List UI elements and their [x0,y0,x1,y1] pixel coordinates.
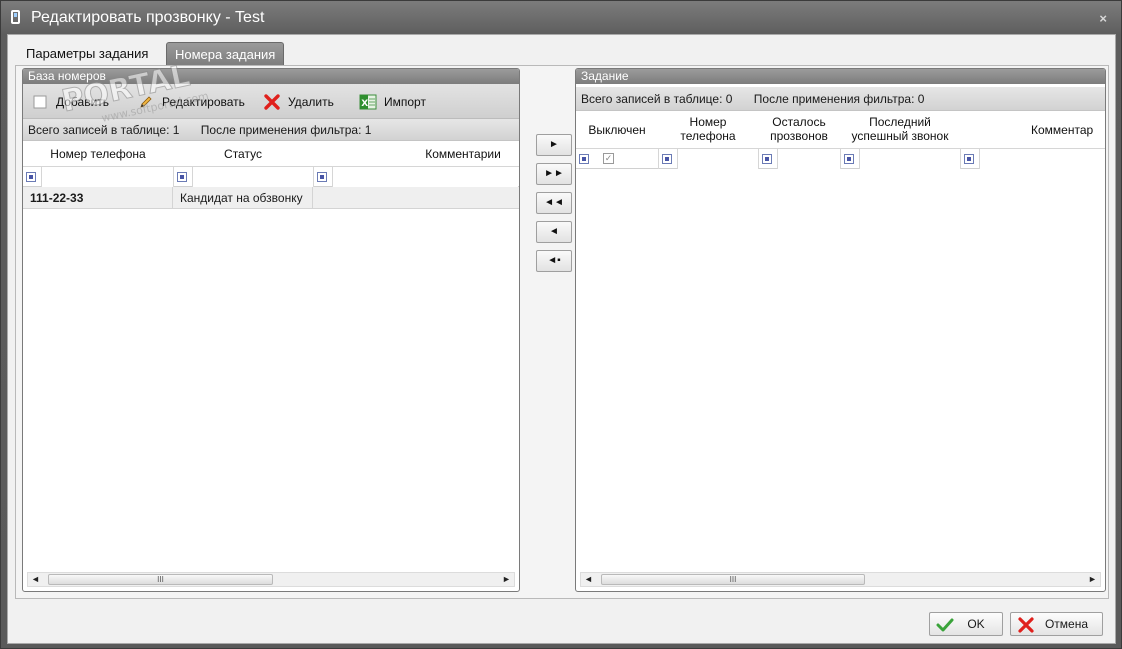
filter-input-comments[interactable] [332,167,518,187]
filter-cell-task-phone [658,149,758,169]
delete-x-icon [263,93,281,111]
import-button[interactable]: X Импорт [359,92,426,112]
excel-icon: X [359,93,377,111]
column-header-task-comments-label: Комментар [1031,123,1094,137]
scroll-right-icon[interactable]: ► [499,573,514,586]
edit-label: Редактировать [162,95,245,109]
task-filtered-records: После применения фильтра: 0 [753,92,925,106]
filter-cell-comments [313,167,518,187]
filter-icon[interactable] [26,172,36,182]
move-one-left-button[interactable]: ◄ [536,221,572,243]
numbers-base-title: База номеров [23,69,519,84]
numbers-base-panel: База номеров Добавить Редактировать Удал… [22,68,520,592]
table-row[interactable]: 111-22-33 Кандидат на обзвонку [23,187,519,209]
filter-icon[interactable] [317,172,327,182]
add-icon [31,93,49,111]
delete-button[interactable]: Удалить [263,92,334,112]
svg-text:X: X [361,99,368,109]
filtered-records: После применения фильтра: 1 [200,123,372,137]
column-header-last-success[interactable]: Последний успешный звонок [840,115,960,143]
filter-icon[interactable] [762,154,772,164]
edit-button[interactable]: Редактировать [137,92,245,112]
delete-label: Удалить [288,95,334,109]
filter-cell-remaining [758,149,840,169]
tab-task-numbers[interactable]: Номера задания [166,42,285,66]
dialog-body: Параметры задания Номера задания База но… [7,34,1116,644]
horizontal-scrollbar[interactable]: ◄ III ► [27,572,515,587]
task-panel: Задание Всего записей в таблице: 0 После… [575,68,1106,592]
column-header-disabled-label: Выключен [588,123,646,137]
cell-comment [313,187,518,209]
tab-task-parameters[interactable]: Параметры задания [18,42,156,66]
scroll-thumb[interactable]: III [48,574,273,585]
numbers-base-toolbar: Добавить Редактировать Удалить X Импорт [23,84,519,119]
filter-cell-disabled: ✓ [576,149,658,169]
filter-input-task-comments[interactable] [979,149,1105,169]
task-filter-row: ✓ [576,149,1105,169]
add-label: Добавить [56,95,110,109]
task-horizontal-scrollbar[interactable]: ◄ III ► [580,572,1101,587]
filter-cell-last-success [840,149,960,169]
cancel-label: Отмена [1044,617,1089,631]
column-header-task-phone-line2: телефона [680,129,736,143]
close-icon[interactable]: × [1099,11,1107,26]
filter-cell-task-comments [960,149,1105,169]
move-one-right-button[interactable]: ► [536,134,572,156]
column-header-comments[interactable]: Комментарии [413,147,513,161]
ok-button[interactable]: OK [929,612,1003,636]
checkbox-filter-disabled[interactable]: ✓ [603,153,614,164]
column-header-remaining-calls[interactable]: Осталось прозвонов [758,115,840,143]
dialog-window: Редактировать прозвонку - Test × Парамет… [0,0,1122,649]
pencil-icon [137,93,155,111]
task-grid-header: Выключен Номер телефона Осталось прозвон… [576,111,1105,149]
remove-selected-button[interactable]: ◄▪ [536,250,572,272]
filter-input-task-phone[interactable] [677,149,758,169]
cell-status: Кандидат на обзвонку [173,187,313,209]
column-header-remaining-calls-line1: Осталось [772,115,826,129]
add-button[interactable]: Добавить [31,92,109,112]
cancel-button[interactable]: Отмена [1010,612,1103,636]
filter-icon[interactable] [177,172,187,182]
filter-input-phone[interactable] [41,167,173,187]
scroll-right-icon[interactable]: ► [1085,573,1100,586]
scroll-left-icon[interactable]: ◄ [28,573,43,586]
move-all-left-button[interactable]: ◄◄ [536,192,572,214]
column-header-remaining-calls-line2: прозвонов [770,129,828,143]
numbers-filter-row [23,167,519,187]
task-total-records: Всего записей в таблице: 0 [581,92,733,106]
filter-input-status[interactable] [192,167,313,187]
column-header-task-comments[interactable]: Комментар [1031,123,1105,137]
column-header-last-success-line2: успешный звонок [851,129,949,143]
column-header-task-phone[interactable]: Номер телефона [658,115,758,143]
filter-cell-phone [23,167,173,187]
app-icon [11,10,20,24]
filter-cell-status [173,167,313,187]
ok-label: OK [967,617,985,631]
move-all-right-button[interactable]: ►► [536,163,572,185]
cell-phone: 111-22-33 [23,187,173,209]
column-header-status[interactable]: Статус [173,147,313,161]
numbers-grid-header: Номер телефона Статус Комментарии [23,141,519,167]
column-header-disabled[interactable]: Выключен [576,123,658,137]
scroll-left-icon[interactable]: ◄ [581,573,596,586]
filter-icon[interactable] [662,154,672,164]
filter-input-remaining[interactable] [777,149,840,169]
window-title: Редактировать прозвонку - Test [31,9,265,26]
filter-input-last-success[interactable] [859,149,960,169]
column-header-phone[interactable]: Номер телефона [23,147,173,161]
import-label: Импорт [384,95,426,109]
filter-icon[interactable] [964,154,974,164]
tab-content: База номеров Добавить Редактировать Удал… [15,65,1109,599]
scroll-thumb[interactable]: III [601,574,865,585]
title-bar: Редактировать прозвонку - Test × [1,1,1121,35]
column-header-last-success-line1: Последний [869,115,931,129]
filter-icon[interactable] [579,154,589,164]
column-header-task-phone-line1: Номер [689,115,727,129]
task-title: Задание [576,69,1105,84]
filter-icon[interactable] [844,154,854,164]
numbers-base-status: Всего записей в таблице: 1 После примене… [23,119,519,141]
task-status: Всего записей в таблице: 0 После примене… [576,87,1105,111]
total-records: Всего записей в таблице: 1 [28,123,180,137]
